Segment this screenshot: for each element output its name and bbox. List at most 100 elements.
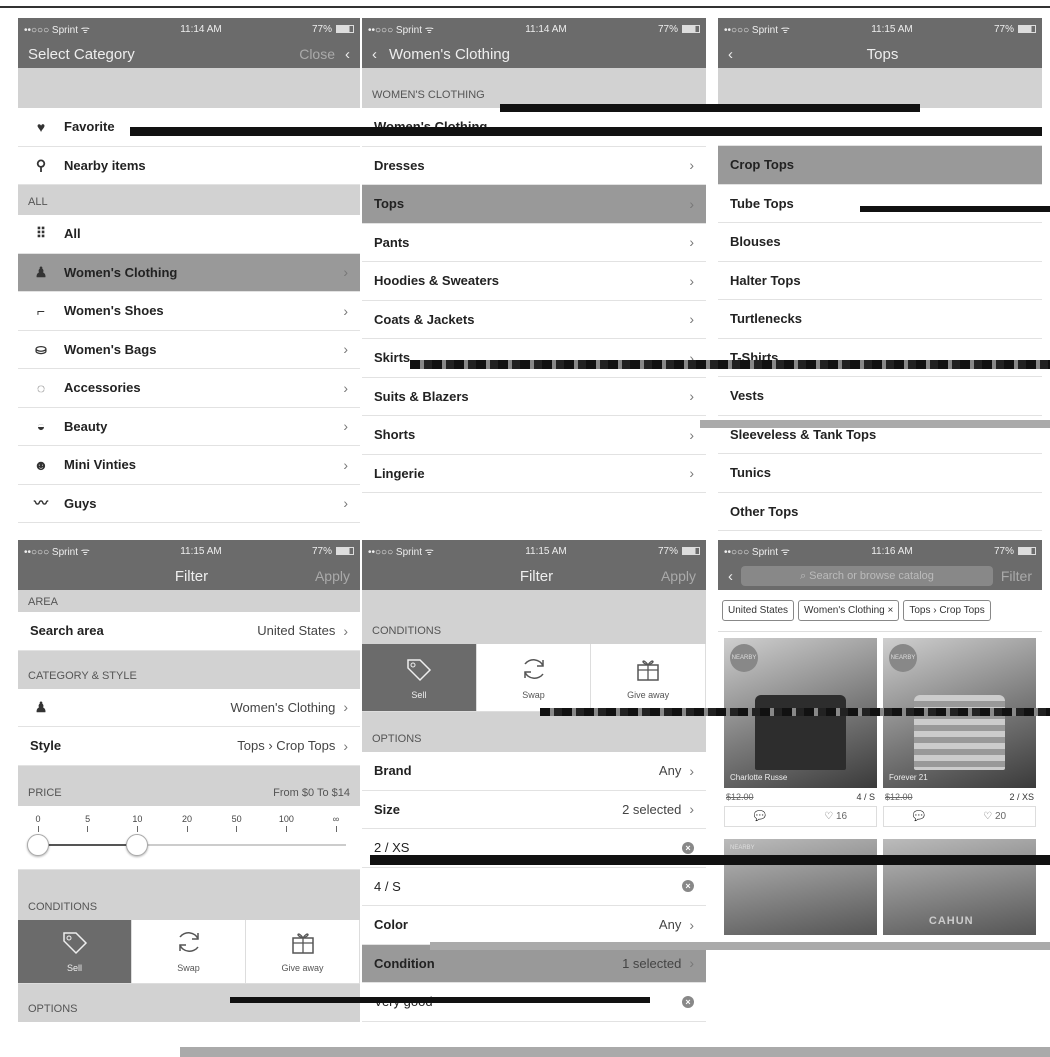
row-value: 1 selected [622, 955, 682, 971]
list-item-tops[interactable]: Tops › [362, 185, 706, 224]
condition-swap[interactable]: Swap [477, 644, 592, 711]
style-row[interactable]: Style Tops › Crop Tops › [18, 727, 360, 766]
list-item-shorts[interactable]: Shorts › [362, 416, 706, 455]
slider-max-knob[interactable] [126, 833, 149, 856]
option-row-brand[interactable]: Brand Any › [362, 752, 706, 791]
watch-icon: ◌ [36, 379, 46, 396]
row-label: Hoodies & Sweaters [374, 273, 499, 289]
screenshot-collage: ••○○○ Sprint ᯤ 11:14 AM 77% Select Categ… [0, 0, 1050, 1057]
nav-title: Filter [174, 567, 209, 585]
battery-icon [682, 546, 700, 555]
like-button[interactable]: ♡ 16 [824, 811, 847, 822]
glitch-bar [540, 708, 1050, 716]
product-card[interactable]: NEARBY Charlotte Russe $12.00 4 / S 💬 ♡ 16 [724, 638, 877, 827]
nav-title: Filter [519, 567, 554, 585]
category-row-beauty[interactable]: ◒ Beauty › [18, 408, 360, 446]
option-row-color[interactable]: Color Any › [362, 906, 706, 945]
tag-icon [404, 656, 434, 690]
row-label: Brand [374, 763, 412, 779]
panel-select-category: ••○○○ Sprint ᯤ 11:14 AM 77% Select Categ… [18, 18, 360, 536]
filter-chip[interactable]: Tops › Crop Tops [903, 600, 991, 621]
search-area-row[interactable]: Search area United States › [18, 612, 360, 651]
category-row[interactable]: ♟ Women's Clothing › [18, 689, 360, 727]
apply-button[interactable]: Apply [315, 568, 350, 584]
battery-icon [1018, 24, 1036, 33]
glitch-bar [180, 1047, 1050, 1057]
price-tick: 50 [227, 814, 247, 832]
section-header-blank [718, 68, 1042, 108]
remove-icon[interactable]: × [682, 841, 694, 854]
list-item-tunics[interactable]: Tunics [718, 454, 1042, 493]
list-item-t-shirts[interactable]: T-Shirts [718, 339, 1042, 377]
list-item-crop-tops[interactable]: Crop Tops [718, 146, 1042, 185]
heart-icon: ♡ [824, 811, 836, 822]
status-bar: ••○○○ Sprint ᯤ 11:14 AM 77% [362, 18, 706, 40]
product-price: $12.00 [726, 792, 754, 802]
like-button[interactable]: ♡ 20 [983, 811, 1006, 822]
option-row-condition[interactable]: Condition 1 selected › [362, 944, 706, 983]
list-item-skirts[interactable]: Skirts › [362, 339, 706, 378]
category-row-women-s-clothing[interactable]: ♟ Women's Clothing › [18, 253, 360, 292]
condition-swap[interactable]: Swap [132, 919, 246, 983]
glitch-bar [430, 942, 1050, 950]
category-row-guys[interactable]: 〰 Guys › [18, 485, 360, 523]
price-range-value: From $0 To $14 [273, 786, 350, 799]
gift-icon [288, 929, 318, 963]
list-item-other-tops[interactable]: Other Tops [718, 493, 1042, 531]
remove-icon[interactable]: × [682, 880, 694, 893]
list-item-vests[interactable]: Vests [718, 377, 1042, 416]
apply-button[interactable]: Apply [661, 568, 696, 584]
back-chevron-icon[interactable]: ‹ [728, 568, 733, 585]
filter-chip[interactable]: United States [722, 600, 795, 621]
condition-sell[interactable]: Sell [362, 644, 477, 711]
product-card[interactable]: NEARBY Forever 21 $12.00 2 / XS 💬 ♡ 20 [883, 638, 1036, 827]
filter-chip[interactable]: Women's Clothing × [798, 600, 900, 621]
section-header-conditions: CONDITIONS [362, 590, 706, 644]
lips-icon: ◒ [36, 418, 46, 435]
category-row-all[interactable]: ⠿ All [18, 215, 360, 254]
bag-icon: ⛀ [35, 340, 47, 357]
list-item-blouses[interactable]: Blouses [718, 223, 1042, 262]
close-button[interactable]: Close [299, 46, 335, 62]
list-item-halter-tops[interactable]: Halter Tops [718, 262, 1042, 300]
list-item-lingerie[interactable]: Lingerie › [362, 455, 706, 493]
condition-give-away[interactable]: Give away [246, 919, 360, 983]
back-chevron-icon[interactable]: ‹ [372, 46, 377, 63]
comment-icon[interactable]: 💬 [913, 811, 925, 822]
search-input[interactable]: ⌕ Search or browse catalog [741, 566, 993, 586]
condition-sell[interactable]: Sell [18, 919, 132, 983]
category-row-nearby-items[interactable]: ⚲ Nearby items [18, 147, 360, 185]
filter-button[interactable]: Filter [1001, 568, 1032, 584]
top-rule [0, 0, 1050, 8]
comment-icon[interactable]: 💬 [754, 811, 766, 822]
list-item-turtlenecks[interactable]: Turtlenecks [718, 300, 1042, 339]
baby-icon: ☻ [33, 456, 49, 473]
category-row-accessories[interactable]: ◌ Accessories › [18, 369, 360, 408]
back-chevron-icon[interactable]: ‹ [345, 46, 350, 63]
price-slider[interactable]: 0 5 10 20 50 100 ∞ [18, 806, 360, 870]
list-item-coats-jackets[interactable]: Coats & Jackets › [362, 301, 706, 339]
glitch-bar [410, 360, 1050, 369]
product-photo[interactable]: CAHUN [883, 839, 1036, 935]
row-label: Condition [374, 955, 435, 971]
row-label: Mini Vinties [64, 457, 136, 473]
location-pin-icon: ⚲ [35, 156, 47, 173]
option-row-4-s[interactable]: 4 / S × [362, 868, 706, 906]
list-item-hoodies-sweaters[interactable]: Hoodies & Sweaters › [362, 262, 706, 301]
list-item-dresses[interactable]: Dresses › [362, 147, 706, 185]
chevron-right-icon: › [689, 465, 694, 482]
product-photo[interactable]: NEARBY [724, 839, 877, 935]
condition-give-away[interactable]: Give away [591, 644, 706, 711]
category-row-mini-vinties[interactable]: ☻ Mini Vinties › [18, 446, 360, 485]
product-grid-row-2: NEARBY CAHUN [718, 827, 1042, 935]
row-value: 2 selected [622, 801, 682, 817]
list-item-pants[interactable]: Pants › [362, 224, 706, 262]
list-item-tube-tops[interactable]: Tube Tops [718, 185, 1042, 223]
remove-icon[interactable]: × [682, 995, 694, 1008]
list-item-suits-blazers[interactable]: Suits & Blazers › [362, 378, 706, 416]
slider-min-knob[interactable] [27, 833, 49, 856]
category-row-women-s-bags[interactable]: ⛀ Women's Bags › [18, 331, 360, 369]
category-row-women-s-shoes[interactable]: ⌐ Women's Shoes › [18, 292, 360, 331]
chevron-right-icon: › [689, 195, 694, 212]
option-row-size[interactable]: Size 2 selected › [362, 791, 706, 829]
